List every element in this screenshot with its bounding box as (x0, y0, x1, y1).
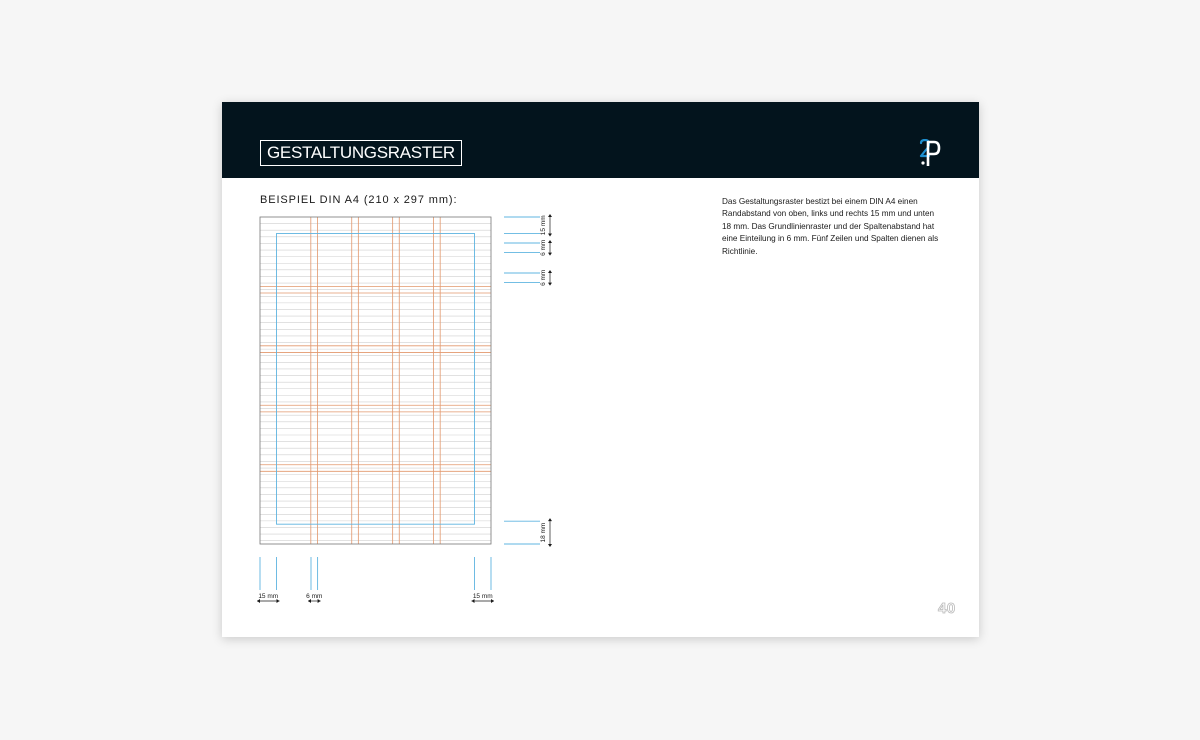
arrow-head (548, 252, 552, 256)
arrow-head (548, 282, 552, 286)
dimension-label: 15 mm (258, 593, 278, 600)
dimension-label: 6 mm (306, 593, 322, 600)
brochure-page: GESTALTUNGSRASTER BEISPIEL DIN A4 (210 x… (222, 102, 979, 637)
bottom-dimension-markers: 15 mm 6 mm 15 mm (257, 557, 494, 603)
arrow-head (548, 544, 552, 547)
right-dimension-markers: 15 mm 6 mm 6 mm 18 mm (504, 214, 552, 547)
dimension-label: 6 mm (540, 240, 547, 256)
arrow-head (548, 270, 552, 273)
sheet-frame (259, 216, 492, 545)
layout-grid-diagram: 15 mm 6 mm 6 mm 18 mm 15 mm 6 mm 15 mm (257, 214, 552, 603)
a4-sheet-grid (259, 216, 492, 545)
dimension-label: 18 mm (540, 523, 547, 543)
margin-box (276, 233, 475, 525)
arrow-head (548, 518, 552, 522)
arrow-head (548, 240, 552, 243)
dimension-label: 15 mm (540, 215, 547, 235)
arrow-head (548, 233, 552, 237)
arrow-head (548, 214, 552, 217)
page-number: 40 (938, 600, 956, 618)
dimension-label: 15 mm (473, 593, 493, 600)
dimension-label: 6 mm (540, 270, 547, 286)
